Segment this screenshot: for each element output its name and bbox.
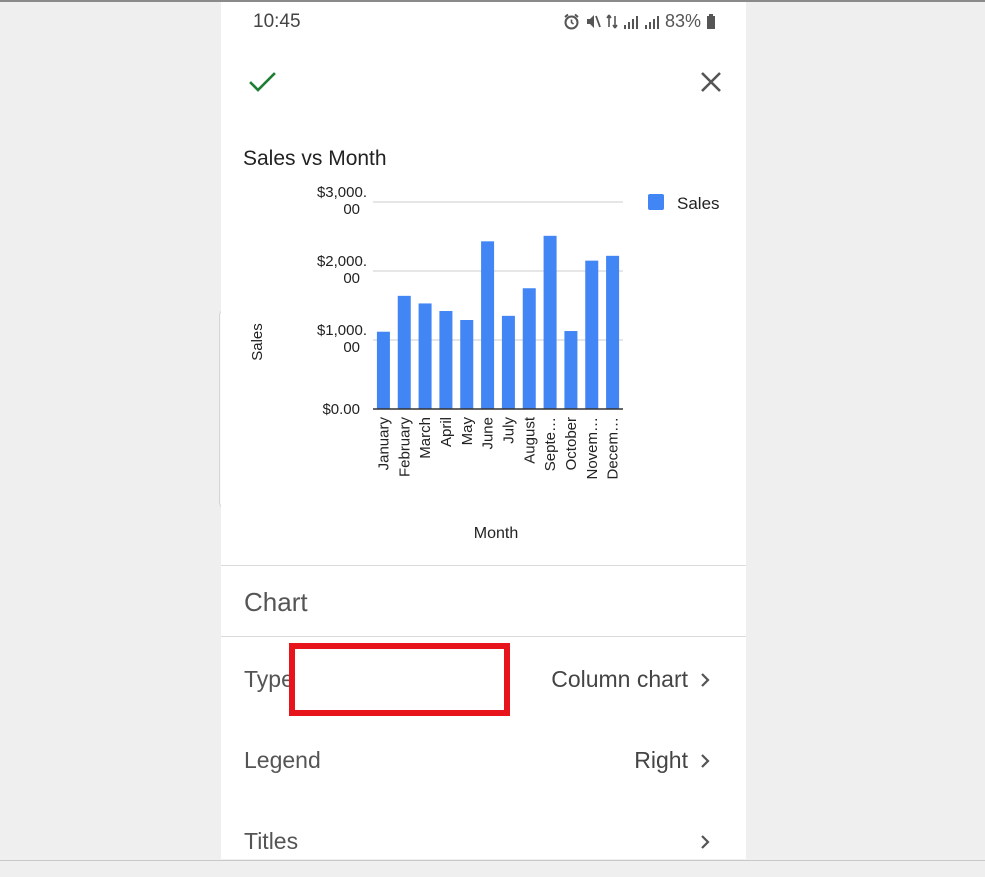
confirm-button[interactable] [247,66,279,98]
x-tick-label: August [521,416,538,464]
close-icon [701,72,721,92]
check-icon [249,72,276,92]
data-arrows-icon [606,13,618,30]
chevron-right-icon [701,673,710,687]
titles-label: Titles [244,828,299,854]
status-icons: 83% [563,11,716,32]
y-tick-label: $3,000. 00 [317,184,367,218]
bar-2[interactable] [418,303,432,409]
y-tick-label: $0.00 [322,401,360,418]
mute-icon [585,13,601,30]
x-tick-label: May [459,417,476,446]
chevron-right-icon [701,754,710,768]
bar-3[interactable] [439,311,453,409]
legend-row[interactable]: Legend Right [221,731,746,791]
battery-icon [706,13,716,30]
x-tick-label: Novem… [584,417,601,480]
x-tick-label: January [375,417,392,471]
chart-type-label: Type [244,666,294,692]
bar-8[interactable] [543,235,557,409]
x-tick-label: July [500,417,517,444]
alarm-icon [563,13,580,30]
legend-swatch [648,194,664,210]
legend-label: Sales [677,194,720,213]
column-chart[interactable]: $0.00 $1,000. 00 $2,000. 00 $3,000. 00 January… [221,177,746,557]
legend-label-text: Legend [244,747,321,773]
y-tick-label: $2,000. 00 [317,253,367,287]
titles-row[interactable]: Titles [221,812,746,859]
signal-roaming-icon [644,14,660,30]
highlight-annotation-box [289,643,510,716]
divider [221,636,746,637]
bar-5[interactable] [481,241,495,409]
bar-7[interactable] [522,288,536,409]
y-axis-label: Sales [249,323,266,361]
x-tick-label: Septe… [542,417,559,471]
status-bar: 10:45 83% [221,2,746,42]
battery-percent: 83% [664,11,701,31]
bar-0[interactable] [376,331,390,409]
chart-type-value: Column chart [551,666,688,692]
x-tick-label: March [417,417,434,459]
bar-10[interactable] [585,260,599,409]
chart-title: Sales vs Month [243,147,387,170]
window-bottom-border [0,860,985,861]
y-tick-label: $1,000. 00 [317,322,367,356]
chart-legend: Sales [648,194,720,213]
close-button[interactable] [695,66,727,98]
status-time: 10:45 [253,11,301,32]
x-tick-label: October [563,417,580,470]
bar-6[interactable] [501,315,515,409]
legend-position-value: Right [634,747,688,773]
phone-screen: 10:45 83% Sales vs Month $0.00 $1,000. 0… [221,2,746,859]
chevron-right-icon [701,835,710,849]
bar-4[interactable] [460,319,474,409]
x-axis-label: Month [474,525,518,542]
bar-1[interactable] [397,295,411,409]
bar-11[interactable] [606,255,620,409]
bar-9[interactable] [564,331,578,409]
divider [221,565,746,566]
x-tick-label: April [438,417,455,447]
x-tick-label: February [396,417,413,478]
section-title: Chart [244,587,308,617]
x-tick-label: Decem… [605,417,622,480]
signal-icon [623,14,639,30]
x-tick-label: June [480,417,497,450]
